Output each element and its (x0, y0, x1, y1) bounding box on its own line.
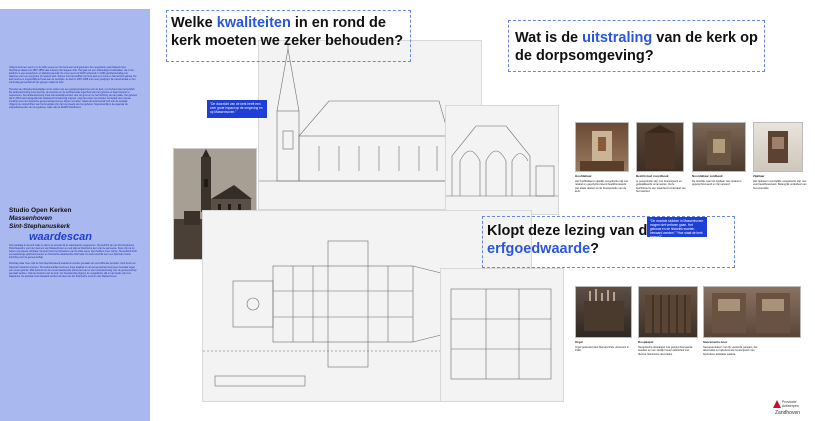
caption-zijaltaar: Zijaltaar Het zijaltaar in eenzelfde neo… (753, 174, 807, 190)
sidebar-text-block-2: Ook vandaag is de kerk zoals ze dat in d… (9, 244, 137, 281)
question-highlight: uitstraling (582, 30, 653, 46)
caption-beichtstoel: Beichtstoel noordbeuk In neogotische sti… (636, 174, 686, 193)
question-kwaliteiten: Welke kwaliteiten in en rond de kerk moe… (166, 10, 411, 62)
caption-orgel: Orgel Orgel gebouwd door Bernard Pels ui… (575, 340, 633, 353)
caption-sacramentskoor: Sacraments-koor Sacramentskoor met rijk … (703, 340, 765, 356)
caption-text: De doorkijk naar het zijaltaar. Het reta… (692, 180, 742, 187)
question-text: Welke (171, 15, 217, 31)
quote-callout-2: "De mooiste stukken in Massenhoven mogen… (647, 217, 707, 239)
logo-city: Zandhoven (775, 410, 801, 416)
sidebar-text-block-1: Volgens bronnen werd er in de 16de eeuw … (9, 66, 137, 112)
question-text: Wat is de (515, 30, 583, 46)
studio-scan-title: waardescan (29, 231, 92, 243)
logo-org: Provincie Antwerpen (782, 400, 799, 408)
caption-text: In neogotische stijl, met houtsnijwerk e… (636, 180, 686, 193)
question-highlight: kwaliteiten (216, 15, 291, 31)
studio-church: Sint-Stephanuskerk (9, 223, 71, 230)
question-uitstraling: Wat is de uitstraling van de kerk op de … (508, 20, 765, 72)
section-drawing (445, 105, 559, 215)
question-highlight: erfgoedwaarde (487, 241, 591, 257)
photo-beichtstoel (636, 122, 684, 172)
photo-hoofdaltaar (575, 122, 629, 172)
studio-place: Massenhoven (9, 215, 52, 222)
caption-title: Orgel (575, 340, 583, 344)
caption-text: Neogotische doopkapel met gepolychromeer… (638, 346, 693, 356)
caption-text: Sacramentskoor met rijk versierde panele… (703, 346, 758, 356)
studio-title-block: Studio Open Kerken Massenhoven Sint-Step… (9, 207, 144, 243)
sidebar-paragraph: Doorslag waar meer wijk de Sint-Stephanu… (9, 262, 137, 278)
caption-title: Doopkapel (638, 340, 654, 344)
caption-doopkapel: Doopkapel Neogotische doopkapel met gepo… (638, 340, 696, 356)
logo-triangle-icon (773, 400, 781, 408)
photo-zijaltaar (753, 122, 803, 172)
caption-title: Zijaltaar (753, 174, 765, 178)
question-text: Klopt deze lezing van de (487, 223, 656, 239)
caption-title: Hoofdaltaar (575, 174, 592, 178)
caption-text: Het zijaltaar in eenzelfde neogotische s… (753, 180, 807, 190)
plan-detail-drawing (440, 268, 564, 402)
sidebar-paragraph: Het doel van dit kerkenbeleidsplan is he… (9, 87, 137, 110)
photo-doopkapel (638, 286, 698, 338)
caption-noordaltaar: Noordaltaar zuidbeuk De doorkijk naar he… (692, 174, 746, 187)
photo-orgel (575, 286, 632, 338)
studio-title: Studio Open Kerken (9, 207, 72, 214)
question-text: ? (590, 241, 600, 257)
caption-title: Beichtstoel noordbeuk (636, 174, 669, 178)
sidebar-panel: Volgens bronnen werd er in de 16de eeuw … (0, 9, 150, 421)
sidebar-paragraph: Ook vandaag is de kerk zoals ze dat in d… (9, 244, 137, 260)
caption-title: Noordaltaar zuidbeuk (692, 174, 723, 178)
caption-hoofdaltaar: Hoofdaltaar Het hoofdaltaar in rijkelijk… (575, 174, 630, 193)
sidebar-paragraph: Volgens bronnen werd er in de 16de eeuw … (9, 66, 137, 85)
photo-noordaltaar (692, 122, 746, 172)
photo-sacramentskoor (703, 286, 801, 338)
caption-text: Het hoofdaltaar in rijkelijk neogotische… (575, 180, 629, 193)
caption-title: Sacraments-koor (703, 340, 728, 344)
caption-text: Orgel gebouwd door Bernard Pels uit Here… (575, 346, 629, 353)
quote-callout-1: "De doorzicht van de kerk heeft een zeer… (207, 100, 267, 118)
